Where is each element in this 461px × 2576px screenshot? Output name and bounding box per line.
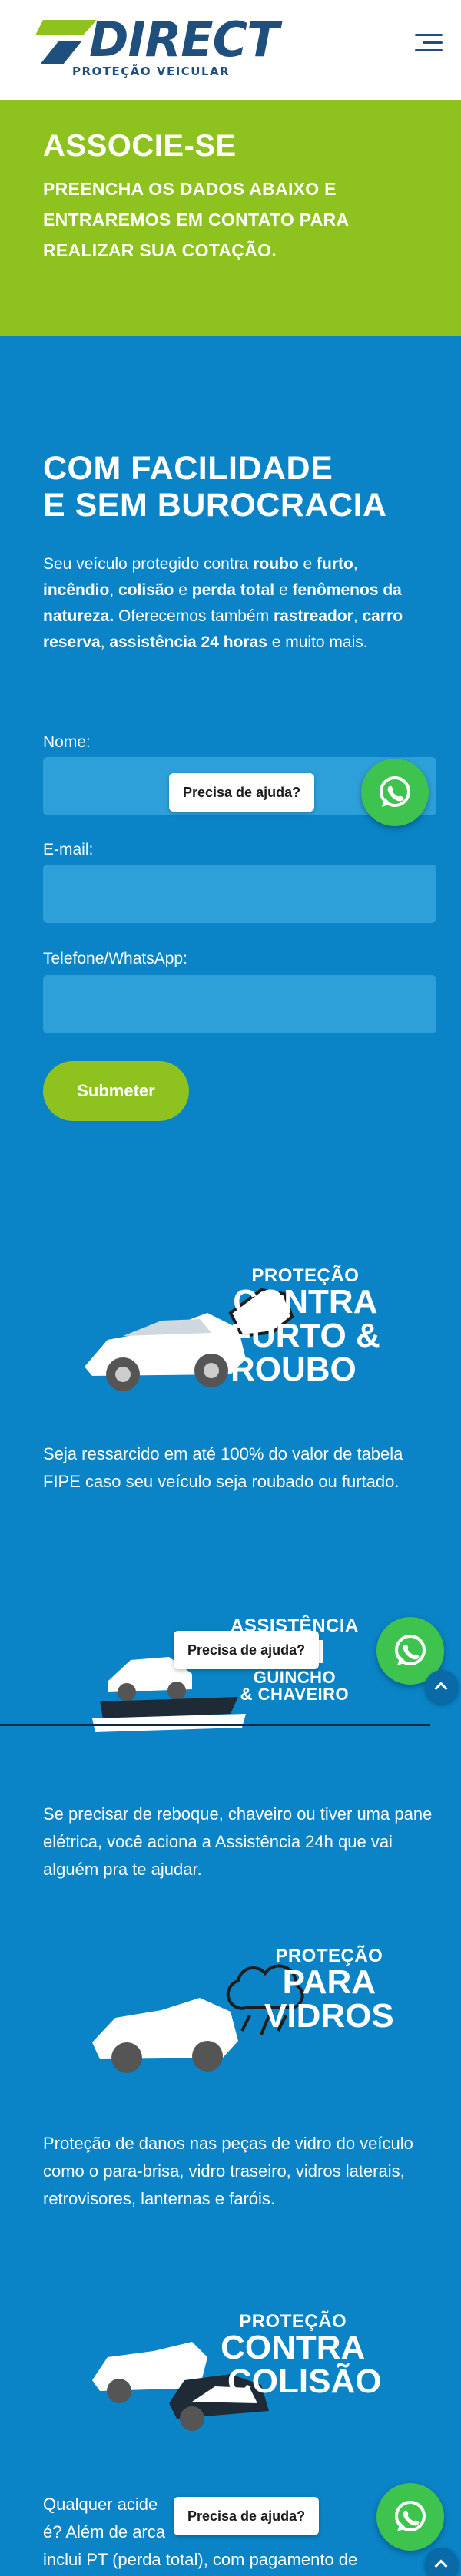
feature-text-assistance: Se precisar de reboque, chaveiro ou tive… xyxy=(43,1804,433,1879)
help-chip[interactable]: Precisa de ajuda? xyxy=(174,1631,320,1669)
feature-text-theft: Seja ressarcido em até 100% do valor de … xyxy=(43,1444,403,1491)
hero-banner: ASSOCIE-SE PREENCHA OS DADOS ABAIXO E EN… xyxy=(0,100,461,336)
chevron-up-icon xyxy=(434,1682,448,1695)
whatsapp-button[interactable] xyxy=(361,759,429,826)
section-title: COM FACILIDADE E SEM BUROCRACIA xyxy=(43,450,387,524)
whatsapp-icon xyxy=(380,776,410,807)
hamburger-menu-icon[interactable] xyxy=(415,34,443,57)
logo-tagline: PROTEÇÃO VEICULAR xyxy=(72,64,230,78)
feature-title-collision: PROTEÇÃO CONTRA COLISÃO xyxy=(221,2311,382,2400)
email-label: E-mail: xyxy=(43,841,94,858)
divider-line xyxy=(0,1724,430,1726)
logo[interactable]: DIRECT PROTEÇÃO VEICULAR xyxy=(35,11,281,80)
scroll-to-top-button[interactable] xyxy=(425,1670,459,1704)
chevron-up-icon xyxy=(434,2559,448,2573)
hero-subtitle: PREENCHA OS DADOS ABAIXO E ENTRAREMOS EM… xyxy=(43,179,349,260)
name-label: Nome: xyxy=(43,733,91,751)
phone-field[interactable] xyxy=(43,975,436,1033)
help-chip[interactable]: Precisa de ajuda? xyxy=(174,2497,320,2535)
email-field[interactable] xyxy=(43,865,436,923)
hero-title: ASSOCIE-SE xyxy=(43,129,237,163)
whatsapp-button[interactable] xyxy=(376,2483,444,2551)
scroll-to-top-button[interactable] xyxy=(425,2548,459,2576)
help-chip[interactable]: Precisa de ajuda? xyxy=(169,773,315,812)
section-intro: Seu veículo protegido contra roubo e fur… xyxy=(43,555,403,651)
whatsapp-icon xyxy=(395,2501,426,2531)
logo-wordmark: DIRECT xyxy=(89,12,279,68)
whatsapp-icon xyxy=(395,1635,426,1665)
feature-title-theft: PROTEÇÃO CONTRA FURTO & ROUBO xyxy=(230,1265,380,1388)
feature-text-glass: Proteção de danos nas peças de vidro do … xyxy=(43,2134,413,2208)
phone-label: Telefone/WhatsApp: xyxy=(43,950,187,967)
site-header: DIRECT PROTEÇÃO VEICULAR xyxy=(0,0,461,100)
submit-button[interactable]: Submeter xyxy=(43,1061,189,1121)
feature-title-glass: PROTEÇÃO PARA VIDROS xyxy=(264,1946,394,2035)
